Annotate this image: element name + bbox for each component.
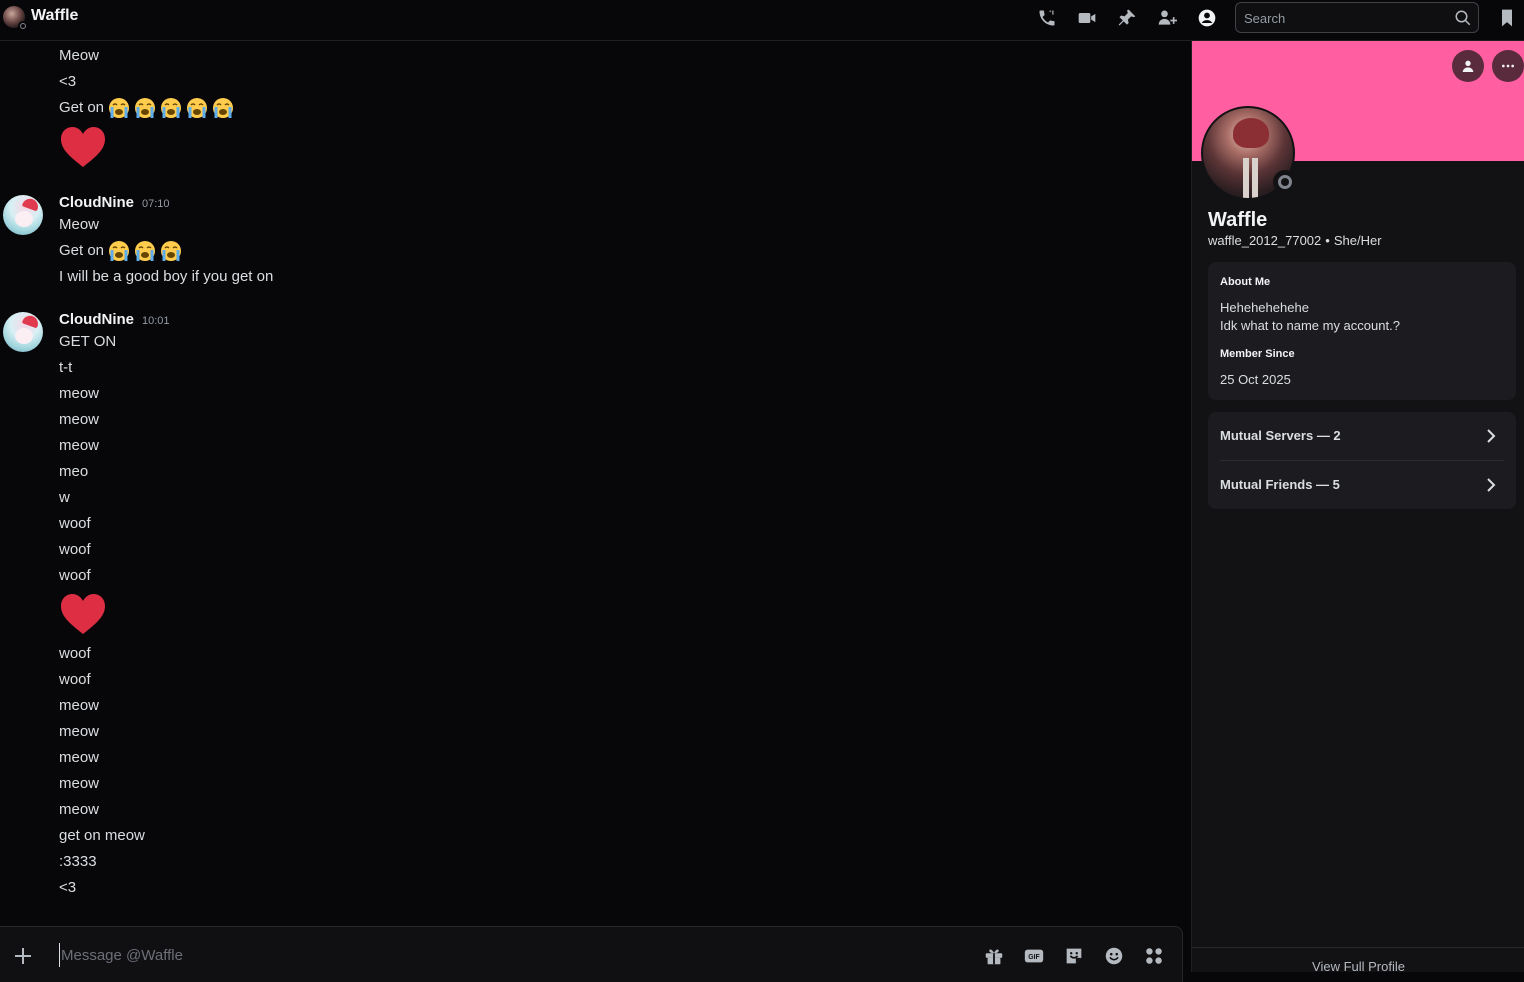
red-heart-emoji-icon[interactable] [59, 591, 107, 639]
author-avatar[interactable] [3, 195, 43, 235]
more-options-button[interactable] [1492, 50, 1524, 82]
message-text: woof [59, 671, 91, 688]
red-heart-emoji-icon[interactable] [59, 124, 107, 172]
loudly-crying-emoji-icon[interactable] [108, 240, 130, 262]
profile-username[interactable]: waffle_2012_77002 [1208, 233, 1321, 248]
search-box[interactable] [1235, 2, 1479, 33]
message-list: Meow <3 Get on CloudNine 07:10 Meow Get … [0, 41, 1190, 925]
message-text: <3 [59, 73, 77, 90]
channel-header: Waffle [0, 0, 1524, 41]
mutual-friends-row[interactable]: Mutual Friends — 5 [1208, 461, 1516, 509]
profile-pronouns: She/Her [1333, 233, 1382, 248]
about-card: About Me Hehehehehehe Idk what to name m… [1208, 262, 1516, 400]
profile-handle: waffle_2012_77002 • She/Her [1208, 233, 1382, 248]
message-text: Get on [59, 240, 182, 262]
member-since-heading: Member Since [1220, 348, 1295, 360]
separator: • [1325, 233, 1330, 248]
apps-icon[interactable] [1143, 945, 1165, 967]
message-text: w [59, 489, 70, 506]
inbox-icon[interactable] [1497, 8, 1517, 28]
message-text: :3333 [59, 853, 97, 870]
message-text: woof [59, 515, 91, 532]
message-text: meow [59, 775, 100, 792]
user-profile-icon[interactable] [1197, 8, 1217, 28]
add-friends-icon[interactable] [1157, 8, 1177, 28]
pin-icon[interactable] [1117, 8, 1137, 28]
search-input[interactable] [1244, 9, 1444, 27]
status-offline-icon [1273, 170, 1297, 194]
loudly-crying-emoji-icon[interactable] [186, 97, 208, 119]
upload-plus-icon[interactable] [12, 945, 34, 967]
divider [1192, 947, 1524, 948]
message-text: meow [59, 749, 100, 766]
mutual-friends-label: Mutual Friends — 5 [1220, 477, 1340, 492]
profile-avatar[interactable] [1201, 106, 1297, 200]
message-content: Get on [59, 242, 105, 259]
profile-display-name: Waffle [1208, 209, 1268, 231]
message-input[interactable] [59, 943, 959, 967]
message-text: Meow [59, 216, 100, 233]
user-profile-panel: Waffle waffle_2012_77002 • She/Her About M… [1191, 41, 1524, 974]
mutuals-card: Mutual Servers — 2 Mutual Friends — 5 [1208, 412, 1516, 509]
sticker-icon[interactable] [1063, 945, 1085, 967]
message-text: meow [59, 411, 100, 428]
message-text: meow [59, 723, 100, 740]
svg-text:GIF: GIF [1028, 954, 1039, 961]
message-text: woof [59, 645, 91, 662]
channel-title: Waffle [31, 7, 79, 24]
message-text: meow [59, 801, 100, 818]
about-heading: About Me [1220, 276, 1271, 288]
message-text: meow [59, 437, 100, 454]
loudly-crying-emoji-icon[interactable] [108, 97, 130, 119]
chevron-right-icon [1482, 427, 1500, 445]
loudly-crying-emoji-icon[interactable] [134, 240, 156, 262]
message-text: <3 [59, 879, 77, 896]
mutual-servers-label: Mutual Servers — 2 [1220, 428, 1341, 443]
message-timestamp: 10:01 [142, 315, 170, 327]
loudly-crying-emoji-icon[interactable] [160, 240, 182, 262]
message-header: CloudNine 07:10 [59, 194, 170, 211]
author-name[interactable]: CloudNine [59, 194, 134, 211]
message-text: I will be a good boy if you get on [59, 268, 274, 285]
about-line: Idk what to name my account.? [1220, 318, 1400, 333]
message-content: Get on [59, 99, 105, 116]
search-icon [1454, 9, 1472, 27]
about-line: Hehehehehehe [1220, 300, 1309, 315]
emoji-icon[interactable] [1103, 945, 1125, 967]
message-text: GET ON [59, 333, 117, 350]
message-text: Get on [59, 97, 234, 119]
gif-icon[interactable]: GIF [1023, 945, 1045, 967]
status-offline-icon [18, 21, 28, 31]
message-text: woof [59, 541, 91, 558]
message-text: meow [59, 385, 100, 402]
loudly-crying-emoji-icon[interactable] [160, 97, 182, 119]
message-text: get on meow [59, 827, 145, 844]
message-text: Meow [59, 47, 100, 64]
chevron-right-icon [1482, 476, 1500, 494]
loudly-crying-emoji-icon[interactable] [212, 97, 234, 119]
voice-call-icon[interactable] [1037, 8, 1057, 28]
message-timestamp: 07:10 [142, 198, 170, 210]
member-since-date: 25 Oct 2025 [1220, 372, 1291, 387]
message-text: meo [59, 463, 89, 480]
add-friend-button[interactable] [1452, 50, 1484, 82]
message-composer: GIF [0, 926, 1183, 982]
message-text: meow [59, 697, 100, 714]
message-header: CloudNine 10:01 [59, 311, 170, 328]
message-text: woof [59, 567, 91, 584]
author-avatar[interactable] [3, 312, 43, 352]
mutual-servers-row[interactable]: Mutual Servers — 2 [1208, 412, 1516, 460]
video-call-icon[interactable] [1077, 8, 1097, 28]
loudly-crying-emoji-icon[interactable] [134, 97, 156, 119]
message-text: t-t [59, 359, 73, 376]
gift-icon[interactable] [983, 945, 1005, 967]
dm-avatar [3, 6, 28, 31]
author-name[interactable]: CloudNine [59, 311, 134, 328]
